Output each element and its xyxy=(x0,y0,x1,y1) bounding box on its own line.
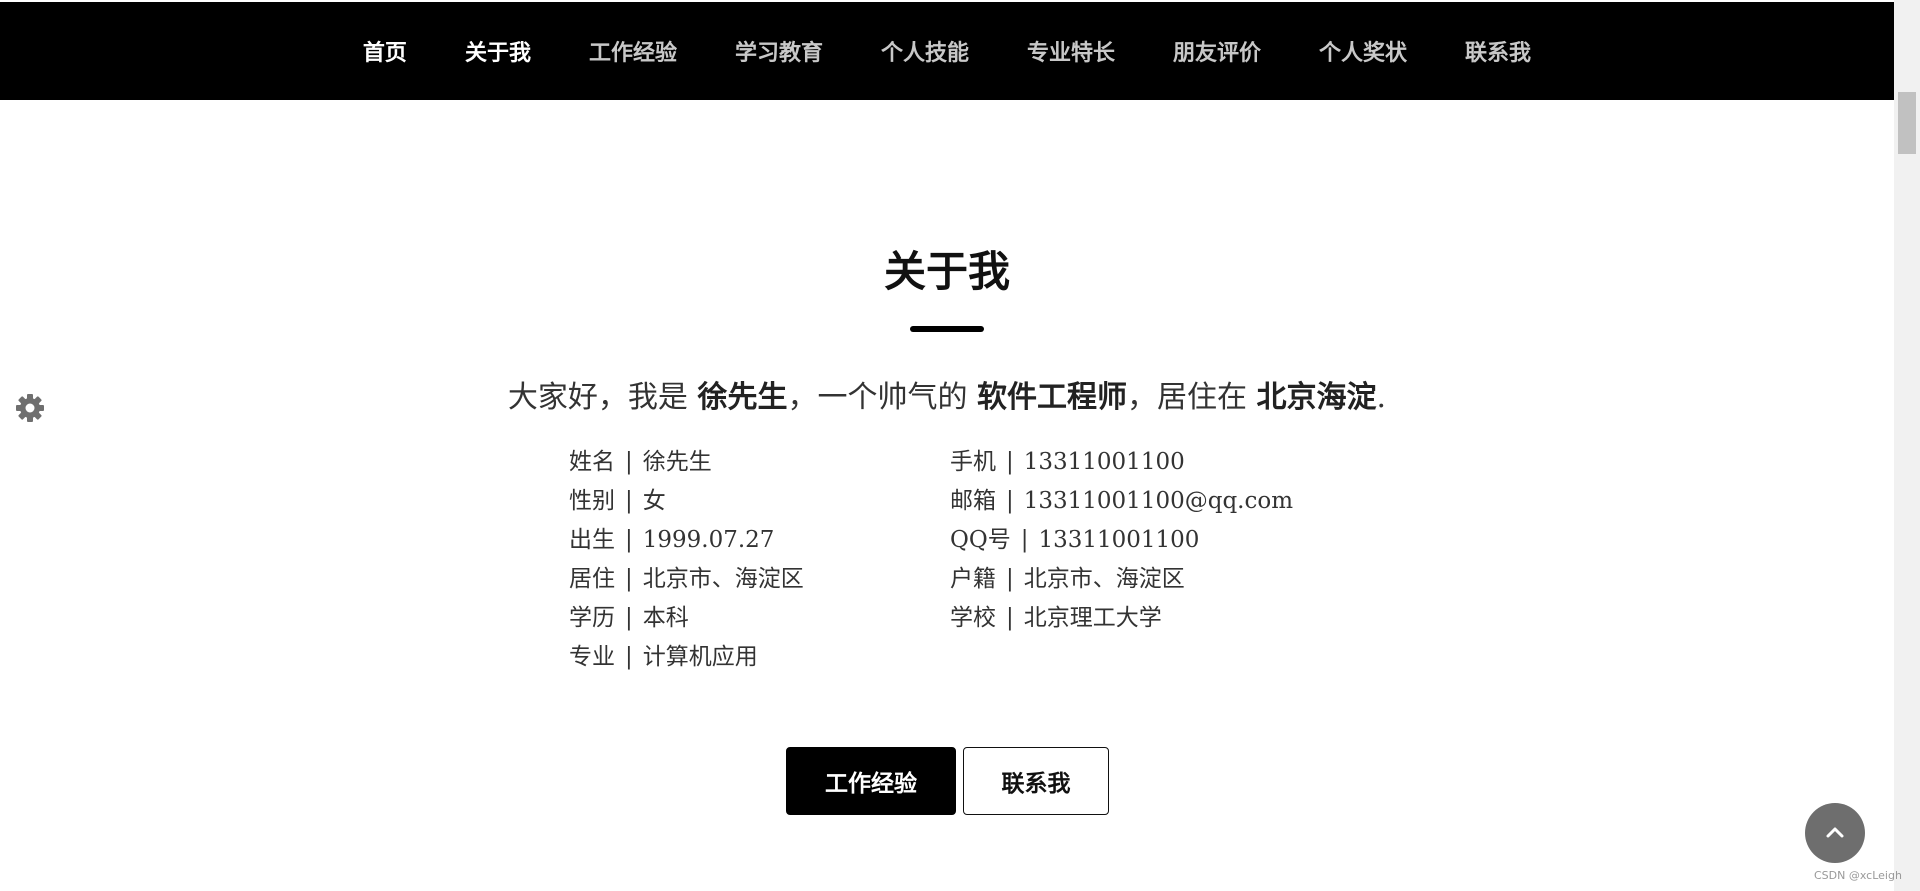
info-label: 出生 xyxy=(569,527,615,553)
chevron-up-icon xyxy=(1826,827,1844,838)
intro-text: . xyxy=(1376,380,1387,415)
nav-item-home[interactable]: 首页 xyxy=(363,35,407,67)
info-row-gender: 性别 | 女 xyxy=(569,482,804,521)
info-label: QQ号 xyxy=(950,527,1011,553)
intro-name: 徐先生 xyxy=(697,380,788,415)
info-value: 1999.07.27 xyxy=(642,527,775,553)
intro-sentence: 大家好，我是 徐先生，一个帅气的 软件工程师，居住在 北京海淀. xyxy=(0,372,1894,416)
personal-info-left: 姓名 | 徐先生 性别 | 女 出生 | 1999.07.27 居住 | 北京市、海淀区 学历 |… xyxy=(569,443,804,677)
intro-city: 北京海淀 xyxy=(1256,380,1377,415)
info-value: 北京市、海淀区 xyxy=(642,566,804,592)
watermark: CSDN @xcLeigh xyxy=(1814,869,1902,882)
info-value: 北京理工大学 xyxy=(1023,605,1162,631)
info-row-name: 姓名 | 徐先生 xyxy=(569,443,804,482)
section-title: 关于我 xyxy=(883,247,1010,296)
info-separator: | xyxy=(625,527,633,553)
nav-item-awards[interactable]: 个人奖状 xyxy=(1319,35,1407,67)
scrollbar-thumb[interactable] xyxy=(1898,92,1916,154)
info-value: 本科 xyxy=(642,605,689,631)
contact-me-button[interactable]: 联系我 xyxy=(963,747,1109,815)
info-label: 户籍 xyxy=(950,566,996,592)
info-separator: | xyxy=(625,644,633,670)
back-to-top-button[interactable] xyxy=(1805,803,1865,863)
info-value: 计算机应用 xyxy=(642,644,758,670)
info-label: 学校 xyxy=(950,605,996,631)
info-value: 徐先生 xyxy=(642,449,712,475)
info-separator: | xyxy=(1006,488,1014,514)
main-nav: 首页 关于我 工作经验 学习教育 个人技能 专业特长 朋友评价 个人奖状 联系我 xyxy=(0,2,1894,100)
info-label: 学历 xyxy=(569,605,615,631)
intro-job: 软件工程师 xyxy=(977,380,1127,415)
info-separator: | xyxy=(1006,605,1014,631)
info-row-qq: QQ号 | 13311001100 xyxy=(950,521,1293,560)
info-separator: | xyxy=(1006,566,1014,592)
page-scrollbar[interactable] xyxy=(1894,0,1920,891)
info-row-hometown: 户籍 | 北京市、海淀区 xyxy=(950,560,1293,599)
nav-item-contact[interactable]: 联系我 xyxy=(1465,35,1531,67)
nav-item-experience[interactable]: 工作经验 xyxy=(589,35,677,67)
info-row-degree: 学历 | 本科 xyxy=(569,599,804,638)
info-row-residence: 居住 | 北京市、海淀区 xyxy=(569,560,804,599)
info-label: 居住 xyxy=(569,566,615,592)
nav-item-skills[interactable]: 个人技能 xyxy=(881,35,969,67)
info-value: 13311001100 xyxy=(1023,449,1185,475)
info-label: 邮箱 xyxy=(950,488,996,514)
title-underline xyxy=(910,326,984,332)
info-separator: | xyxy=(1006,449,1014,475)
info-row-school: 学校 | 北京理工大学 xyxy=(950,599,1293,638)
nav-item-education[interactable]: 学习教育 xyxy=(735,35,823,67)
info-separator: | xyxy=(625,605,633,631)
nav-item-specialties[interactable]: 专业特长 xyxy=(1027,35,1115,67)
info-row-phone: 手机 | 13311001100 xyxy=(950,443,1293,482)
nav-item-reviews[interactable]: 朋友评价 xyxy=(1173,35,1261,67)
info-label: 手机 xyxy=(950,449,996,475)
info-separator: | xyxy=(625,488,633,514)
info-value: 女 xyxy=(642,488,666,514)
info-separator: | xyxy=(1020,527,1029,553)
intro-text: ，一个帅气的 xyxy=(787,380,977,415)
info-label: 姓名 xyxy=(569,449,615,475)
info-row-email: 邮箱 | 13311001100@qq.com xyxy=(950,482,1293,521)
info-value: 13311001100 xyxy=(1038,527,1200,553)
info-row-birth: 出生 | 1999.07.27 xyxy=(569,521,804,560)
nav-item-about[interactable]: 关于我 xyxy=(465,35,531,67)
work-experience-button[interactable]: 工作经验 xyxy=(786,747,956,815)
info-row-major: 专业 | 计算机应用 xyxy=(569,638,804,677)
intro-text: 大家好，我是 xyxy=(507,380,698,415)
info-label: 专业 xyxy=(569,644,615,670)
info-separator: | xyxy=(625,566,633,592)
info-separator: | xyxy=(625,449,633,475)
intro-text: ，居住在 xyxy=(1127,380,1257,415)
info-value: 北京市、海淀区 xyxy=(1023,566,1185,592)
top-navbar: 首页 关于我 工作经验 学习教育 个人技能 专业特长 朋友评价 个人奖状 联系我 xyxy=(0,2,1894,100)
personal-info-right: 手机 | 13311001100 邮箱 | 13311001100@qq.com QQ号… xyxy=(950,443,1293,638)
info-label: 性别 xyxy=(569,488,615,514)
info-value: 13311001100@qq.com xyxy=(1023,488,1294,514)
